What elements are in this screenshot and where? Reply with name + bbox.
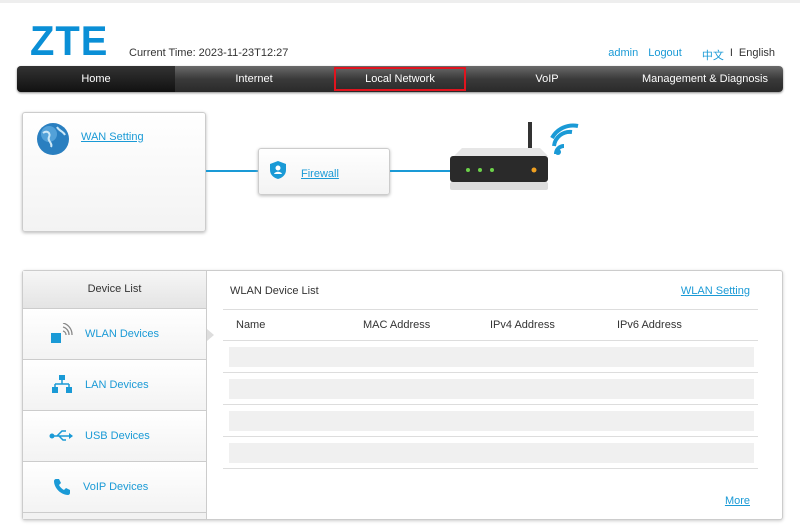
globe-icon (37, 123, 69, 155)
connector-line (206, 170, 258, 172)
wlan-setting-link[interactable]: WLAN Setting (681, 285, 750, 297)
col-name: Name (236, 319, 266, 331)
table-row (223, 405, 758, 437)
usb-icon (49, 430, 73, 441)
lang-chinese[interactable]: 中文 (702, 47, 724, 63)
top-strip (0, 0, 800, 3)
main-nav: Home Internet Local Network VoIP Managem… (17, 66, 783, 92)
shield-icon (270, 161, 286, 179)
tab-local-network[interactable]: Local Network (333, 66, 467, 92)
network-icon (52, 375, 72, 393)
usb-devices-label: USB Devices (85, 430, 150, 442)
tab-internet[interactable]: Internet (175, 66, 333, 92)
logout-link[interactable]: Logout (648, 47, 682, 63)
lan-devices-label: LAN Devices (85, 379, 149, 391)
wlan-devices-label: WLAN Devices (85, 328, 159, 340)
table-row (223, 341, 758, 373)
firewall-link[interactable]: Firewall (301, 168, 339, 180)
col-ipv6: IPv6 Address (617, 319, 682, 331)
sidebar-item-usb-devices[interactable]: USB Devices (23, 411, 206, 462)
wan-box: WAN Setting (22, 112, 206, 232)
selected-caret (207, 329, 214, 341)
wan-setting-link[interactable]: WAN Setting (81, 131, 144, 143)
col-ipv4: IPv4 Address (490, 319, 555, 331)
tab-voip[interactable]: VoIP (467, 66, 627, 92)
sidebar-item-lan-devices[interactable]: LAN Devices (23, 360, 206, 411)
zte-logo: ZTE (30, 17, 109, 64)
current-time: Current Time: 2023-11-23T12:27 (129, 47, 289, 59)
top-links: admin Logout 中文 I English (608, 47, 775, 63)
sidebar-item-wlan-devices[interactable]: WLAN Devices (23, 309, 206, 360)
firewall-box: Firewall (258, 148, 390, 195)
tab-home[interactable]: Home (17, 66, 175, 92)
voip-devices-label: VoIP Devices (83, 481, 149, 493)
connector-line (390, 170, 450, 172)
table-row (223, 373, 758, 405)
col-mac: MAC Address (363, 319, 431, 331)
wlan-device-list: WLAN Device List WLAN Setting Name MAC A… (223, 271, 758, 519)
lang-separator: I (729, 47, 733, 59)
device-panel: Device List WLAN Devices LAN Devices USB… (22, 270, 783, 520)
wifi-device-icon (51, 323, 73, 343)
lang-english[interactable]: English (739, 47, 775, 63)
wlan-list-title: WLAN Device List (230, 285, 319, 297)
sidebar-item-voip-devices[interactable]: VoIP Devices (23, 462, 206, 513)
table-row (223, 437, 758, 469)
tab-management-diagnosis[interactable]: Management & Diagnosis (627, 66, 783, 92)
router-icon (450, 122, 579, 190)
admin-link[interactable]: admin (608, 47, 638, 63)
table-header: Name MAC Address IPv4 Address IPv6 Addre… (223, 309, 758, 341)
device-list-sidebar: Device List WLAN Devices LAN Devices USB… (23, 271, 207, 519)
device-list-title: Device List (23, 271, 206, 309)
phone-icon (54, 479, 70, 495)
more-link[interactable]: More (725, 495, 750, 507)
